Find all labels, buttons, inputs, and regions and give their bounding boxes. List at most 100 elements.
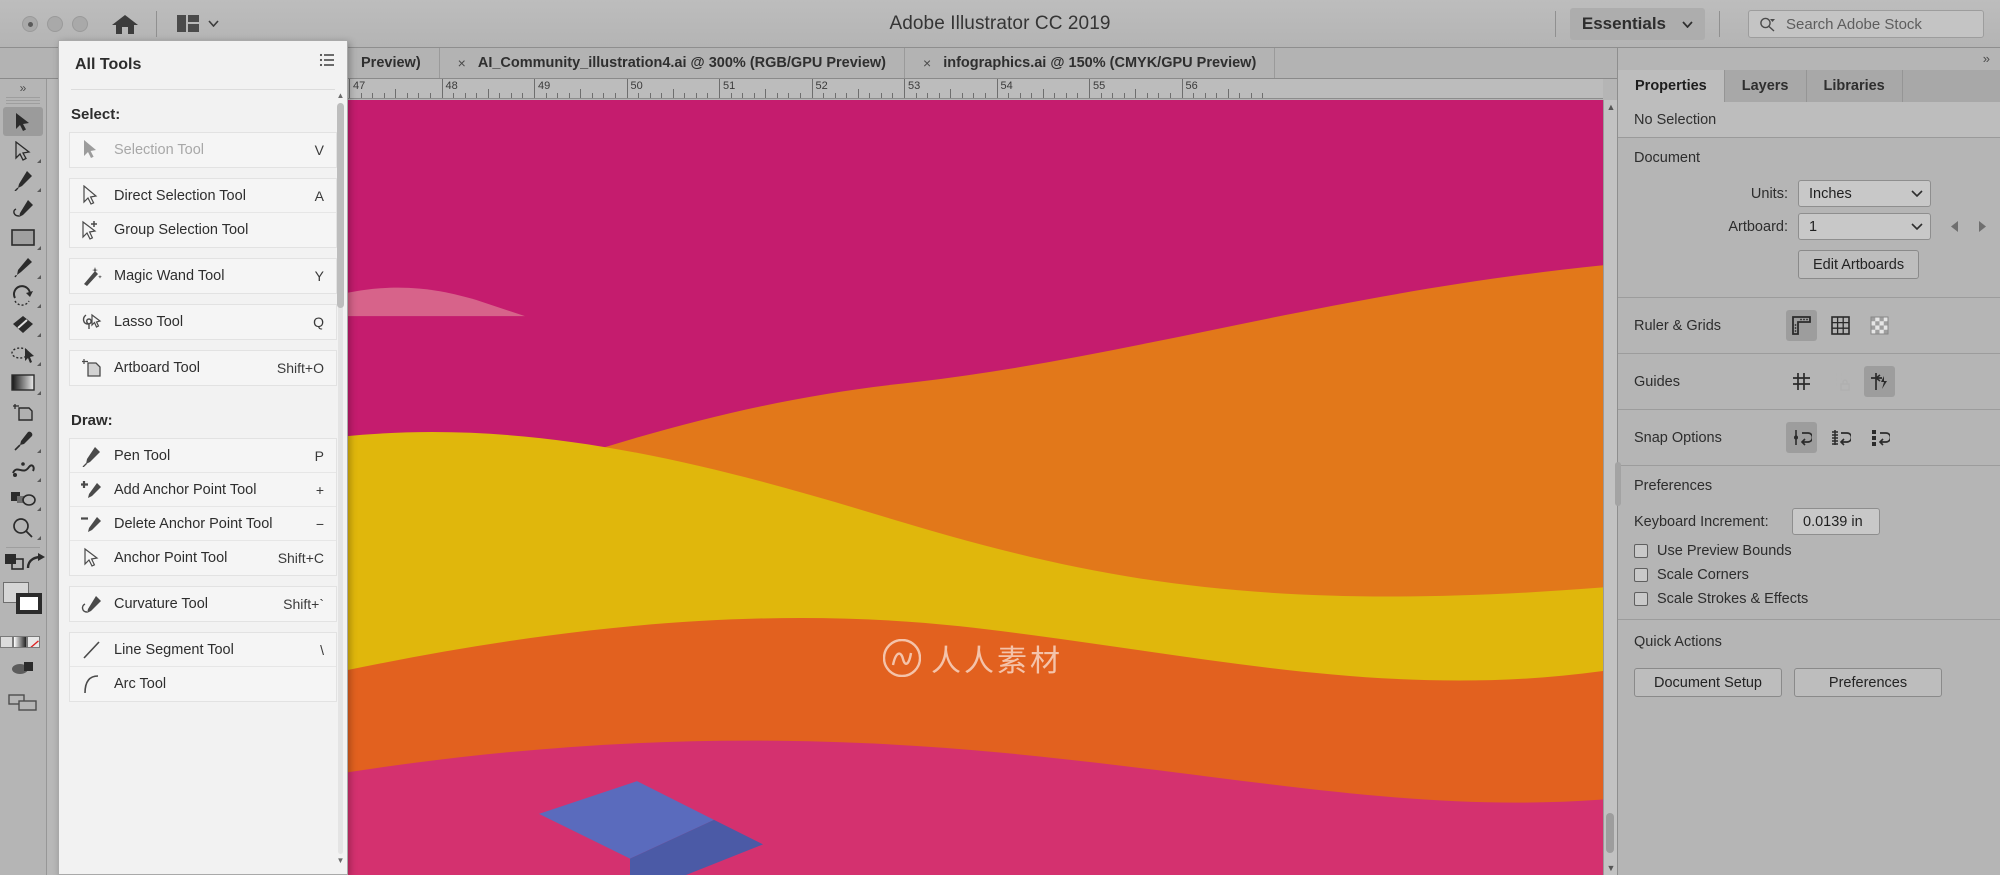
tool-list-item[interactable]: Delete Anchor Point Tool− [70,507,336,541]
scroll-down-icon[interactable]: ▼ [336,856,345,866]
snap-to-point-icon[interactable] [1786,422,1817,453]
scroll-up-icon[interactable]: ▲ [336,91,345,101]
toolbar-blend-tool[interactable] [3,484,43,513]
ruler-minor-tick [476,93,477,98]
tool-flyout-indicator[interactable] [37,536,41,540]
tool-list-item[interactable]: Artboard ToolShift+O [70,351,336,385]
collapse-toolbar-icon[interactable]: » [0,79,46,97]
tool-flyout-indicator[interactable] [37,304,41,308]
toolbar-zoom-tool[interactable] [3,513,43,542]
use-preview-bounds-checkbox[interactable] [1634,544,1648,558]
tool-list-item[interactable]: Curvature ToolShift+` [70,587,336,621]
tool-list-item[interactable]: Group Selection Tool [70,213,336,247]
edit-artboards-button[interactable]: Edit Artboards [1798,250,1919,279]
scrollbar-thumb[interactable] [1606,813,1614,853]
tab-layers[interactable]: Layers [1725,70,1807,102]
tool-flyout-indicator[interactable] [37,188,41,192]
show-guides-icon[interactable] [1786,366,1817,397]
change-screen-mode-icon[interactable] [26,553,46,576]
tool-flyout-indicator[interactable] [37,246,41,250]
smart-guides-icon[interactable] [1864,366,1895,397]
use-preview-bounds-row[interactable]: Use Preview Bounds [1634,543,2000,559]
tab-properties[interactable]: Properties [1618,70,1725,102]
show-rulers-icon[interactable] [1786,310,1817,341]
toolbar-artboard-tool[interactable] [3,397,43,426]
tool-list-item[interactable]: Magic Wand ToolY [70,259,336,293]
tool-flyout-indicator[interactable] [37,391,41,395]
snap-to-pixel-icon[interactable] [1864,422,1895,453]
snap-to-grid-icon[interactable] [1825,422,1856,453]
keyboard-increment-input[interactable]: 0.0139 in [1792,508,1880,535]
search-input[interactable]: Search Adobe Stock [1748,10,1984,38]
tool-list-item[interactable]: Add Anchor Point Tool+ [70,473,336,507]
previous-artboard-icon[interactable] [1945,217,1963,237]
tab-libraries[interactable]: Libraries [1807,70,1903,102]
tool-flyout-indicator[interactable] [37,507,41,511]
gradient-swatch-button[interactable] [13,636,26,648]
toolbar-rotate-tool[interactable] [3,281,43,310]
toolbar-rectangle-tool[interactable] [3,223,43,252]
tool-group-block: Direct Selection ToolAGroup Selection To… [69,178,337,248]
document-setup-button[interactable]: Document Setup [1634,668,1782,697]
tool-flyout-indicator[interactable] [37,478,41,482]
canvas[interactable]: 人人素材 [343,100,1603,875]
edit-toolbar-icon[interactable] [0,694,46,712]
toolbar-gradient-tool[interactable] [3,368,43,397]
scale-strokes-effects-row[interactable]: Scale Strokes & Effects [1634,591,2000,607]
none-swatch-icon[interactable] [27,636,40,648]
panel-menu-icon[interactable] [319,53,335,67]
tool-list-item[interactable]: Arc Tool [70,667,336,701]
collapse-panels-icon[interactable]: » [1983,51,1990,66]
toolbar-width-tool[interactable] [3,339,43,368]
tool-flyout-indicator[interactable] [37,333,41,337]
tool-flyout-indicator[interactable] [37,362,41,366]
tool-list-item[interactable]: Line Segment Tool\ [70,633,336,667]
all-tools-scrollbar[interactable]: ▲ ▼ [336,91,345,866]
toolbar-pen-tool[interactable] [3,165,43,194]
tool-flyout-indicator[interactable] [37,275,41,279]
tool-list-item[interactable]: Lasso ToolQ [70,305,336,339]
show-transparency-grid-icon[interactable] [1864,310,1895,341]
preferences-button[interactable]: Preferences [1794,668,1942,697]
panel-resize-handle[interactable] [1615,462,1621,506]
tool-list-item[interactable]: Pen ToolP [70,439,336,473]
scrollbar-thumb[interactable] [337,103,344,308]
document-tab[interactable]: × infographics.ai @ 150% (CMYK/GPU Previ… [905,48,1275,78]
workspace-switcher[interactable]: Essentials [1570,8,1705,40]
document-tab[interactable]: Preview) [343,48,440,78]
toolbar-symbol-sprayer-tool[interactable] [3,455,43,484]
scale-strokes-effects-checkbox[interactable] [1634,592,1648,606]
toolbar-selection-tool[interactable] [3,107,43,136]
scale-corners-row[interactable]: Scale Corners [1634,567,2000,583]
tool-list-item[interactable]: Anchor Point ToolShift+C [70,541,336,575]
scroll-up-icon[interactable]: ▲ [1604,100,1617,114]
horizontal-ruler[interactable]: 47484950515253545556 [343,79,1603,99]
document-tab[interactable]: × AI_Community_illustration4.ai @ 300% (… [440,48,905,78]
color-mode-buttons[interactable] [0,636,40,648]
toolbar-paintbrush-tool[interactable] [3,252,43,281]
stroke-color-swatch[interactable] [16,593,42,614]
symbols-icon[interactable] [0,660,46,676]
tool-list-item[interactable]: Selection ToolV [70,133,336,167]
show-grid-icon[interactable] [1825,310,1856,341]
scale-corners-checkbox[interactable] [1634,568,1648,582]
all-tools-list[interactable]: Select:Selection ToolVDirect Selection T… [59,90,347,874]
toolbar-eyedropper-tool[interactable] [3,426,43,455]
toolbar-shape-builder-tool[interactable] [3,310,43,339]
color-swatch-button[interactable] [0,636,13,648]
scroll-down-icon[interactable]: ▼ [1604,861,1617,875]
lock-guides-icon[interactable] [1825,366,1856,397]
fill-stroke-swatches[interactable] [3,582,43,630]
tool-flyout-indicator[interactable] [37,159,41,163]
drawing-modes-icon[interactable] [4,553,26,576]
toolbar-curvature-tool[interactable] [3,194,43,223]
toolbar-drag-handle[interactable] [6,97,40,105]
toolbar-direct-selection-tool[interactable] [3,136,43,165]
units-select[interactable]: Inches [1798,180,1931,207]
tool-list-item[interactable]: Direct Selection ToolA [70,179,336,213]
artboard-select[interactable]: 1 [1798,213,1931,240]
tool-flyout-indicator[interactable] [37,449,41,453]
close-tab-icon[interactable]: × [923,55,931,71]
next-artboard-icon[interactable] [1973,217,1991,237]
close-tab-icon[interactable]: × [458,55,466,71]
